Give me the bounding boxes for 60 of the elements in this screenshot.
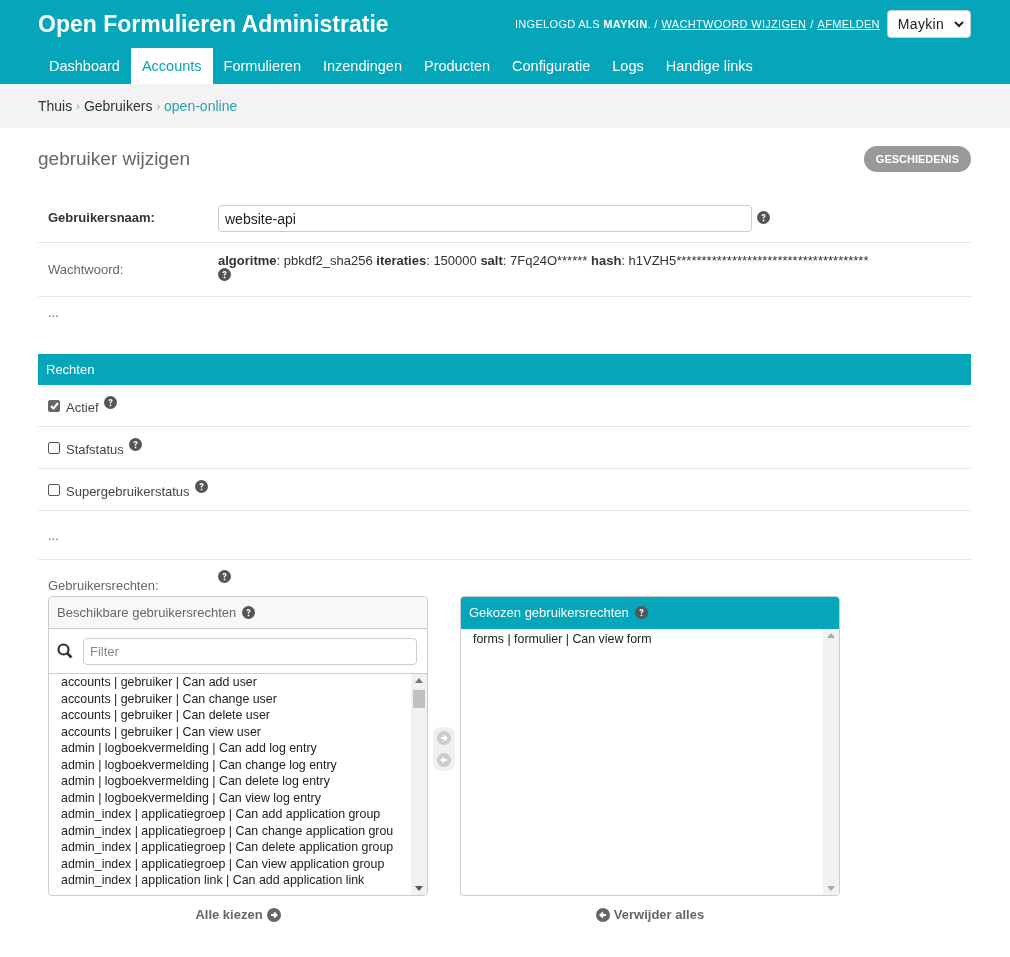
permission-option[interactable]: admin_index | applicatiegroep | Can change application grou: [61, 822, 411, 839]
permission-option[interactable]: accounts | gebruiker | Can view user: [61, 723, 411, 740]
breadcrumb-separator: ›: [76, 100, 80, 112]
field-label: Gebruikersrechten:: [48, 577, 160, 593]
field-label: Gebruikersnaam:: [48, 209, 156, 225]
checkbox[interactable]: [48, 441, 60, 454]
scrollbar-thumb[interactable]: [413, 690, 425, 708]
permission-option[interactable]: accounts | gebruiker | Can add user: [61, 674, 411, 691]
panel-title: Gekozen gebruikersrechten: [469, 605, 629, 620]
help-icon: [218, 268, 231, 281]
permission-option[interactable]: accounts | gebruiker | Can delete user: [61, 707, 411, 724]
logged-in-label: INGELOGD ALS MAYKIN. /: [515, 18, 658, 30]
permission-option[interactable]: accounts | gebruiker | Can change user: [61, 690, 411, 707]
separator: /: [810, 18, 814, 30]
checkbox[interactable]: [48, 399, 60, 412]
help-icon: [634, 606, 648, 619]
breadcrumb-link[interactable]: Thuis: [38, 98, 73, 114]
ellipsis: ...: [47, 304, 60, 322]
permission-option[interactable]: admin | logboekvermelding | Can change log entry: [61, 756, 411, 773]
checkbox-label: Actief: [66, 399, 99, 415]
page-title: gebruiker wijzigen: [38, 148, 191, 170]
user-select[interactable]: Maykin: [886, 10, 971, 38]
breadcrumb-separator: ›: [156, 100, 161, 112]
permission-option[interactable]: forms | formulier | Can view form: [473, 631, 823, 648]
site-title: Open Formulieren Administratie: [38, 10, 389, 38]
choose-all-link[interactable]: Alle kiezen: [195, 907, 281, 922]
password-info: algoritme: pbkdf2_sha256 iteraties: 150000 salt: 7Fq24O****** hash: h1VZH5**************************************: [218, 253, 869, 268]
help-icon: [757, 211, 770, 224]
field-label: Wachtwoord:: [48, 261, 125, 277]
scroll-up-icon[interactable]: [827, 633, 835, 638]
help-icon: [242, 606, 256, 619]
breadcrumb-link[interactable]: Gebruikers: [83, 98, 153, 114]
checkbox-label: Supergebruikerstatus: [66, 483, 190, 499]
chevron-down-icon: [954, 20, 964, 28]
help-icon: [103, 396, 117, 409]
section-header: Rechten: [38, 354, 971, 385]
permission-option[interactable]: admin_index | applicatiegroep | Can view application group: [61, 855, 411, 872]
ellipsis: ...: [48, 527, 59, 543]
permission-option[interactable]: admin | logboekvermelding | Can delete log entry: [61, 773, 411, 790]
permission-option[interactable]: admin_index | application link | Can add application link: [61, 872, 411, 889]
panel-title: Beschikbare gebruikersrechten: [57, 605, 237, 620]
arrow-left-icon[interactable]: [595, 907, 610, 922]
checkbox-label: Stafstatus: [66, 441, 124, 457]
scrollbar[interactable]: [411, 674, 427, 895]
permission-option[interactable]: admin | logboekvermelding | Can add log entry: [61, 740, 411, 757]
help-icon: [194, 480, 208, 493]
remove-all-link[interactable]: Verwijder alles: [595, 907, 705, 922]
permission-option[interactable]: admin_index | applicatiegroep | Can add application group: [61, 806, 411, 823]
filter-input[interactable]: Filter: [83, 637, 417, 665]
username-input[interactable]: website-api: [218, 205, 752, 232]
help-icon: [128, 438, 142, 451]
arrow-right-icon[interactable]: [266, 907, 281, 922]
permission-option[interactable]: admin | logboekvermelding | Can view log entry: [61, 789, 411, 806]
search-icon: [57, 643, 73, 659]
scroll-down-icon[interactable]: [415, 886, 423, 891]
scrollbar[interactable]: [823, 629, 839, 895]
help-icon: [218, 570, 231, 583]
scroll-up-icon[interactable]: [415, 678, 423, 683]
permission-option[interactable]: admin_index | applicatiegroep | Can delete application group: [61, 839, 411, 856]
checkbox[interactable]: [48, 483, 60, 496]
